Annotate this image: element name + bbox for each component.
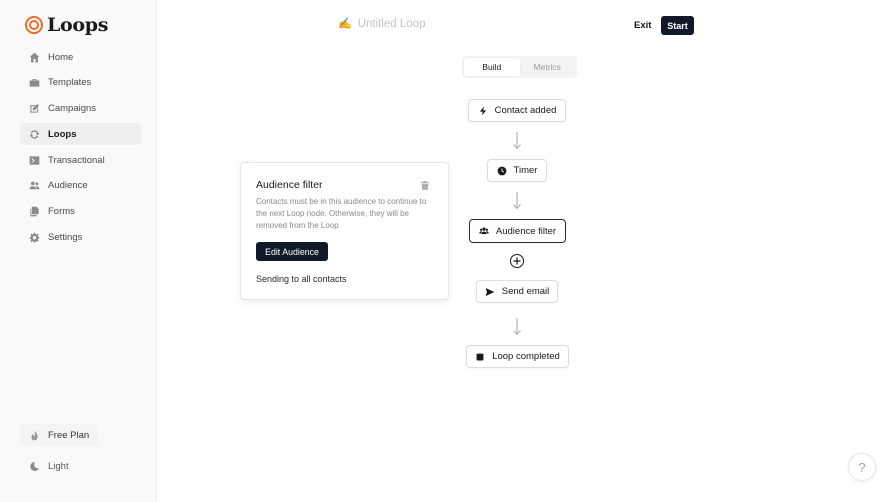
node-loop-completed[interactable]: Loop completed (466, 345, 569, 368)
start-button[interactable]: Start (661, 16, 694, 35)
sidebar-item-label: Transactional (48, 154, 105, 166)
node-label: Loop completed (492, 351, 560, 362)
edit-icon (29, 103, 40, 114)
sidebar-item-label: Templates (48, 77, 92, 89)
loop-title[interactable]: ✍ Untitled Loop (338, 17, 426, 31)
sidebar-item-forms[interactable]: Forms (20, 201, 141, 223)
sidebar-nav: Home Templates Campaigns Loops Transacti… (20, 46, 141, 252)
sidebar-item-label: Home (48, 51, 74, 63)
edit-audience-button[interactable]: Edit Audience (256, 242, 328, 261)
node-label: Timer (513, 165, 538, 176)
logo[interactable]: Loops (25, 14, 108, 36)
briefcase-icon (29, 77, 40, 88)
refresh-icon (29, 129, 40, 140)
help-button[interactable]: ? (848, 453, 876, 481)
sidebar-item-settings[interactable]: Settings (20, 227, 141, 249)
gear-icon (29, 232, 40, 243)
sidebar-item-label: Settings (48, 232, 83, 244)
sidebar-item-home[interactable]: Home (20, 46, 141, 68)
logo-text: Loops (47, 14, 109, 36)
sidebar: Loops Home Templates Campaigns Loops Tra… (0, 0, 157, 502)
sidebar-item-campaigns[interactable]: Campaigns (20, 98, 141, 120)
panel-title: Audience filter (256, 179, 323, 191)
panel-status: Sending to all contacts (256, 274, 347, 284)
audience-filter-panel: Audience filter Contacts must be in this… (240, 162, 449, 300)
plan-label: Free Plan (48, 429, 90, 441)
node-audience-filter[interactable]: Audience filter (469, 219, 566, 243)
theme-label: Light (48, 460, 69, 472)
node-label: Contact added (494, 105, 557, 116)
node-label: Send email (501, 286, 550, 297)
sidebar-item-templates[interactable]: Templates (20, 72, 141, 94)
sidebar-item-label: Audience (48, 180, 88, 192)
loops-logo-icon (25, 16, 43, 34)
pencil-icon: ✍ (338, 18, 352, 30)
node-label: Audience filter (495, 225, 557, 237)
clock-icon (497, 166, 506, 175)
add-node-button[interactable] (510, 254, 524, 268)
sidebar-item-label: Campaigns (48, 103, 97, 115)
node-timer[interactable]: Timer (487, 159, 547, 182)
theme-toggle[interactable]: Light (20, 455, 78, 477)
sidebar-item-audience[interactable]: Audience (20, 175, 141, 197)
copy-icon (29, 206, 40, 217)
flow-arrow (512, 318, 522, 336)
exit-button[interactable]: Exit (627, 16, 658, 35)
flame-icon (29, 430, 40, 441)
sidebar-item-label: Loops (48, 128, 77, 140)
trash-icon[interactable] (420, 178, 430, 190)
flow-arrow (512, 132, 522, 150)
panel-description: Contacts must be in this audience to con… (256, 197, 427, 230)
lightning-icon (479, 106, 486, 115)
node-contact-added[interactable]: Contact added (468, 99, 566, 122)
stop-icon (476, 353, 484, 360)
view-tabs: Build Metrics (462, 56, 577, 78)
sidebar-item-label: Forms (48, 206, 75, 218)
users-icon (479, 227, 489, 235)
tab-metrics[interactable]: Metrics (520, 58, 576, 76)
users-icon (29, 180, 40, 191)
tab-build[interactable]: Build (464, 58, 520, 76)
home-icon (29, 52, 40, 63)
plus-icon (513, 257, 521, 265)
send-icon (485, 287, 495, 296)
sidebar-item-loops[interactable]: Loops (20, 123, 141, 146)
terminal-icon (29, 155, 40, 166)
node-send-email[interactable]: Send email (476, 280, 558, 303)
plan-badge[interactable]: Free Plan (20, 424, 99, 446)
moon-icon (29, 461, 40, 472)
flow-arrow (512, 192, 522, 210)
loop-title-text: Untitled Loop (357, 17, 426, 30)
sidebar-item-transactional[interactable]: Transactional (20, 149, 141, 171)
